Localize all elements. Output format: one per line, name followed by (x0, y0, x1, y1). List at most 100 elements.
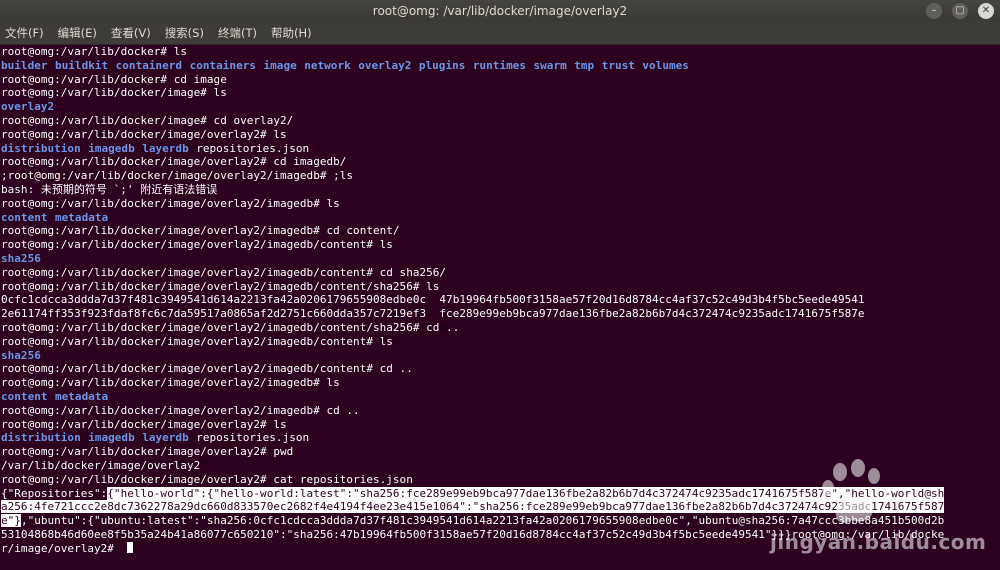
directory-entry: layerdb (142, 431, 189, 445)
terminal-text: 0cfc1cdcca3ddda7d37f481c3949541d614a2213… (1, 293, 865, 307)
menu-bar: 文件(F) 编辑(E) 查看(V) 搜索(S) 终端(T) 帮助(H) (0, 22, 1000, 45)
directory-entry: buildkit (55, 58, 109, 72)
terminal-text: repositories.json (196, 431, 310, 445)
directory-entry: sha256 (1, 348, 41, 362)
directory-entry: containers (189, 58, 257, 72)
terminal-text: root@omg:/var/lib/docker/image/overlay2/… (1, 362, 413, 376)
terminal-line: e"},"ubuntu":{"ubuntu:latest":"sha256:0c… (0, 514, 1000, 528)
menu-help[interactable]: 帮助(H) (267, 25, 312, 41)
window-title: root@omg: /var/lib/docker/image/overlay2 (372, 4, 628, 18)
terminal-text: ,"ubuntu":{"ubuntu:latest":"sha256:0cfc1… (20, 514, 945, 528)
menu-view[interactable]: 查看(V) (107, 25, 151, 41)
directory-entry: volumes (642, 58, 689, 72)
directory-entry: swarm (533, 58, 567, 72)
terminal-window: root@omg: /var/lib/docker/image/overlay2… (0, 0, 1000, 570)
terminal-text: /var/lib/docker/image/overlay2 (1, 458, 201, 472)
terminal-text: root@omg:/var/lib/docker/image# cd overl… (1, 113, 294, 127)
directory-entry: builder (1, 58, 48, 72)
directory-entry: imagedb (88, 141, 135, 155)
directory-entry: containerd (115, 58, 183, 72)
terminal-text: root@omg:/var/lib/docker/image/overlay2/… (1, 224, 400, 238)
maximize-button[interactable]: ▢ (952, 3, 968, 19)
directory-entry: overlay2 (1, 100, 55, 114)
terminal-output[interactable]: root@omg:/var/lib/docker# ls builder build… (0, 45, 1000, 570)
terminal-text: root@omg:/var/lib/docker/image/overlay2/… (1, 238, 393, 252)
minimize-icon: – (931, 5, 937, 16)
directory-entry: overlay2 (358, 58, 412, 72)
terminal-line: root@omg:/var/lib/docker/image/overlay2/… (0, 266, 1000, 280)
terminal-line: a256:4fe721ccc2e8dc7362278a29dc660d83357… (0, 500, 1000, 514)
directory-entry: tmp (574, 58, 595, 72)
terminal-line: sha256 (0, 349, 1000, 363)
terminal-line: root@omg:/var/lib/docker/image/overlay2/… (0, 335, 1000, 349)
terminal-line: root@omg:/var/lib/docker/image/overlay2/… (0, 362, 1000, 376)
close-button[interactable]: ✕ (978, 3, 994, 19)
text-cursor (126, 541, 133, 553)
terminal-line: root@omg:/var/lib/docker# cd image (0, 73, 1000, 87)
terminal-line: root@omg:/var/lib/docker/image/overlay2#… (0, 445, 1000, 459)
terminal-line: distribution imagedb layerdb repositories.j… (0, 142, 1000, 156)
terminal-line: root@omg:/var/lib/docker/image/overlay2/… (0, 376, 1000, 390)
terminal-line: /var/lib/docker/image/overlay2 (0, 459, 1000, 473)
terminal-line: root@omg:/var/lib/docker/image/overlay2/… (0, 238, 1000, 252)
directory-entry: plugins (418, 58, 466, 72)
terminal-line: overlay2 (0, 100, 1000, 114)
terminal-text: root@omg:/var/lib/docker/image/overlay2/… (1, 265, 447, 279)
directory-entry: runtimes (472, 58, 527, 72)
title-bar[interactable]: root@omg: /var/lib/docker/image/overlay2… (0, 0, 1000, 22)
menu-edit[interactable]: 编辑(E) (54, 25, 97, 41)
selected-text: e"} (1, 514, 21, 528)
window-controls: – ▢ ✕ (926, 3, 994, 19)
directory-entry: content (1, 210, 48, 224)
terminal-line: root@omg:/var/lib/docker/image/overlay2#… (0, 155, 1000, 169)
directory-entry: metadata (55, 210, 109, 224)
terminal-line: root@omg:/var/lib/docker/image# cd overl… (0, 114, 1000, 128)
terminal-line: root@omg:/var/lib/docker/image/overlay2/… (0, 404, 1000, 418)
terminal-text: r/image/overlay2# (1, 541, 121, 555)
terminal-text: 2e61174ff353f923fdaf8fc6c7da59517a0865af… (1, 307, 865, 321)
terminal-text: root@omg:/var/lib/docker/image/overlay2/… (1, 196, 340, 210)
directory-entry: metadata (55, 389, 109, 403)
terminal-text: root@omg:/var/lib/docker# cd image (1, 72, 227, 86)
directory-entry: layerdb (142, 141, 189, 155)
terminal-line: root@omg:/var/lib/docker/image/overlay2/… (0, 197, 1000, 211)
terminal-text: root@omg:/var/lib/docker# ls (1, 45, 187, 58)
terminal-text: root@omg:/var/lib/docker/image/overlay2/… (1, 403, 360, 417)
terminal-line: root@omg:/var/lib/docker/image/overlay2/… (0, 321, 1000, 335)
directory-entry: sha256 (1, 251, 41, 265)
terminal-text: root@omg:/var/lib/docker/image/overlay2/… (1, 279, 440, 293)
maximize-icon: ▢ (955, 5, 965, 16)
terminal-line: distribution imagedb layerdb repositories.j… (0, 431, 1000, 445)
terminal-line: root@omg:/var/lib/docker/image/overlay2/… (0, 280, 1000, 294)
terminal-line: {"Repositories":{"hello-world":{"hello-w… (0, 486, 1000, 501)
terminal-line: root@omg:/var/lib/docker/image/overlay2#… (0, 473, 1000, 487)
terminal-text: root@omg:/var/lib/docker/image# ls (1, 86, 227, 100)
selected-text: a256:4fe721ccc2e8dc7362278a29dc660d83357… (1, 500, 945, 514)
terminal-text: root@omg:/var/lib/docker/image/overlay2/… (1, 320, 460, 334)
terminal-text: root@omg:/var/lib/docker/image/overlay2#… (1, 127, 287, 141)
terminal-text: root@omg:/var/lib/docker/image/overlay2/… (1, 376, 340, 390)
terminal-line: root@omg:/var/lib/docker/image/overlay2#… (0, 418, 1000, 432)
terminal-line: 2e61174ff353f923fdaf8fc6c7da59517a0865af… (0, 307, 1000, 321)
watermark-text: jingyan.baidu.com (770, 530, 987, 554)
directory-entry: image (263, 58, 297, 72)
close-icon: ✕ (981, 5, 991, 16)
terminal-text: root@omg:/var/lib/docker/image/overlay2#… (1, 472, 413, 486)
directory-entry: network (304, 58, 351, 72)
directory-entry: distribution (1, 141, 81, 155)
directory-entry: content (1, 389, 48, 403)
menu-terminal[interactable]: 终端(T) (214, 25, 257, 41)
menu-search[interactable]: 搜索(S) (161, 25, 204, 41)
terminal-line: content metadata (0, 211, 1000, 225)
terminal-line: root@omg:/var/lib/docker# ls (0, 45, 1000, 59)
terminal-line: content metadata (0, 390, 1000, 404)
minimize-button[interactable]: – (926, 3, 942, 19)
terminal-line: ;root@omg:/var/lib/docker/image/overlay2… (0, 169, 1000, 183)
menu-file[interactable]: 文件(F) (0, 25, 44, 41)
terminal-line: builder buildkit containerd containers image… (0, 59, 1000, 73)
terminal-line: root@omg:/var/lib/docker/image/overlay2#… (0, 128, 1000, 142)
terminal-line: root@omg:/var/lib/docker/image/overlay2/… (0, 224, 1000, 238)
terminal-text: bash: 未预期的符号 `;' 附近有语法错误 (1, 182, 218, 196)
terminal-text: root@omg:/var/lib/docker/image/overlay2/… (1, 334, 393, 348)
terminal-line: sha256 (0, 252, 1000, 266)
